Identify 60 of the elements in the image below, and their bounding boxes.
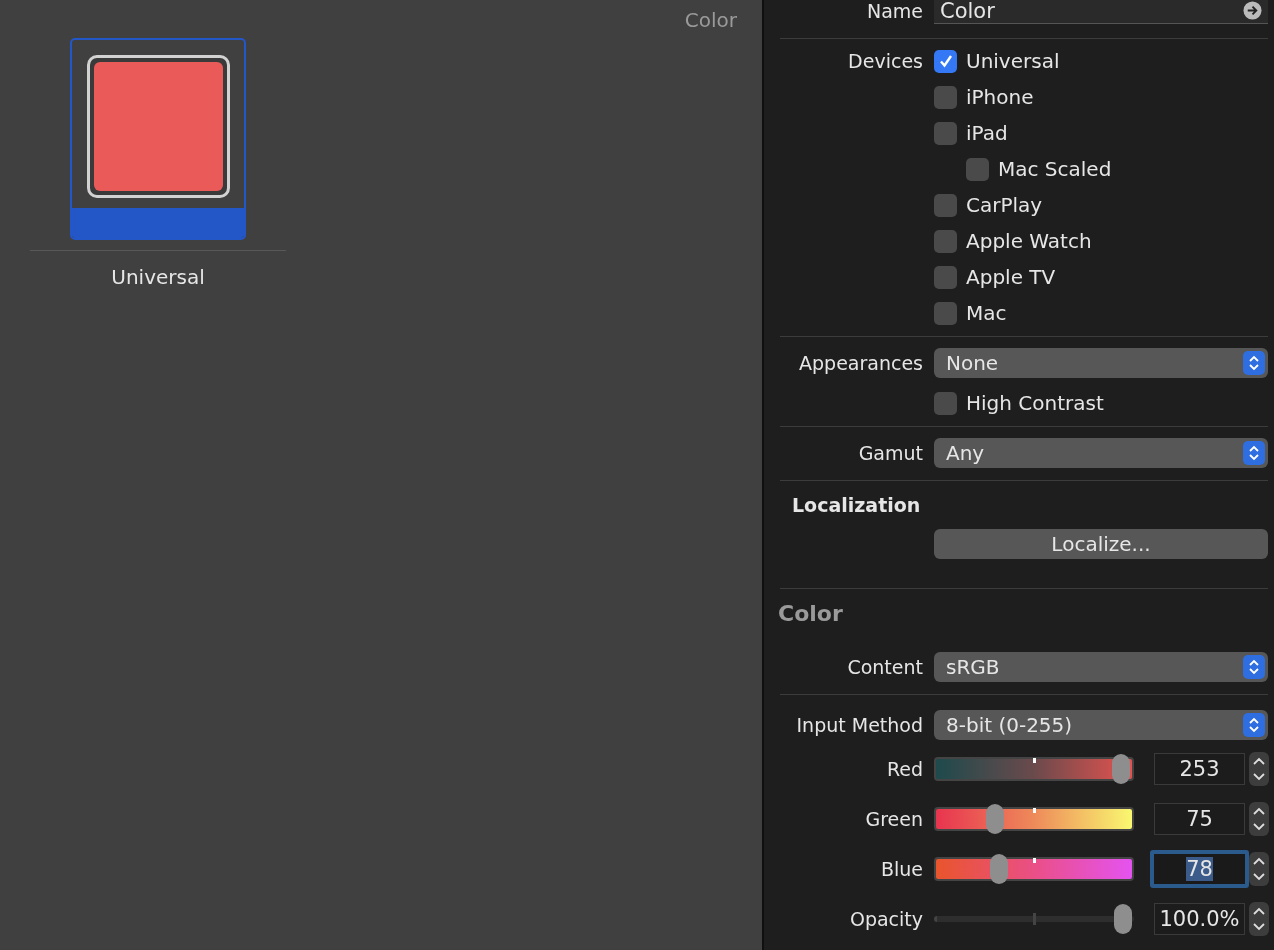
gamut-dropdown[interactable]: Any [934, 438, 1268, 468]
field-label: Devices [847, 50, 923, 72]
field-label: Content [846, 656, 923, 678]
checkbox[interactable] [934, 229, 957, 253]
stepper[interactable] [1249, 902, 1269, 936]
value-field[interactable]: 100.0% [1154, 903, 1245, 935]
content-dropdown[interactable]: sRGB [934, 652, 1268, 682]
appearances-dropdown[interactable]: None [934, 348, 1268, 378]
slider-thumb[interactable] [989, 854, 1008, 884]
stepper[interactable] [1249, 852, 1269, 886]
checkbox[interactable] [934, 301, 957, 325]
chevron-updown-icon [1243, 655, 1265, 679]
swatch-label: Universal [111, 265, 205, 289]
device-checkbox[interactable]: Apple TV [934, 265, 1056, 289]
field-label: Red [885, 758, 923, 780]
device-checkbox[interactable]: iPhone [934, 85, 1034, 109]
checkbox[interactable] [934, 265, 957, 289]
field-label: Gamut [857, 442, 923, 464]
checkbox[interactable] [934, 193, 957, 217]
field-label: Appearances [798, 352, 923, 374]
device-checkbox[interactable]: Mac [934, 301, 1007, 325]
field-label: Name [865, 0, 923, 22]
input-method-dropdown[interactable]: 8-bit (0-255) [934, 710, 1268, 740]
name-field[interactable]: Color [934, 0, 1268, 24]
device-checkbox[interactable]: Universal [934, 49, 1060, 73]
checkbox[interactable] [934, 49, 957, 73]
high-contrast-checkbox[interactable]: High Contrast [934, 391, 1104, 415]
value-field[interactable]: 75 [1154, 803, 1245, 835]
slider-thumb[interactable] [1112, 754, 1131, 784]
localize-button[interactable]: Localize... [934, 529, 1268, 559]
color-slider[interactable] [934, 754, 1134, 784]
color-slider[interactable] [934, 854, 1134, 884]
checkbox[interactable] [966, 157, 989, 181]
color-swatch-card[interactable] [70, 38, 246, 240]
value-field[interactable]: 253 [1154, 753, 1245, 785]
checkbox[interactable] [934, 85, 957, 109]
field-label: Blue [879, 858, 923, 880]
arrow-circle-icon[interactable] [1243, 1, 1262, 20]
device-checkbox[interactable]: CarPlay [934, 193, 1043, 217]
color-slider[interactable] [934, 904, 1134, 934]
canvas-title: Color [683, 7, 738, 32]
value-field[interactable]: 78 [1150, 850, 1249, 888]
section-title: Localization [792, 493, 922, 517]
chevron-updown-icon [1243, 441, 1265, 465]
device-checkbox[interactable]: iPad [934, 121, 1008, 145]
slider-thumb[interactable] [986, 804, 1005, 834]
color-slider[interactable] [934, 804, 1134, 834]
chevron-updown-icon [1243, 351, 1265, 375]
stepper[interactable] [1249, 802, 1269, 836]
section-title: Color [778, 600, 844, 628]
stepper[interactable] [1249, 752, 1269, 786]
slider-thumb[interactable] [1114, 904, 1132, 934]
field-label: Input Method [795, 714, 923, 736]
field-label: Green [864, 808, 923, 830]
field-label: Opacity [848, 908, 923, 930]
device-checkbox[interactable]: Apple Watch [934, 229, 1092, 253]
chevron-updown-icon [1243, 713, 1265, 737]
device-checkbox[interactable]: Mac Scaled [966, 157, 1112, 181]
checkbox[interactable] [934, 391, 957, 415]
checkbox[interactable] [934, 121, 957, 145]
